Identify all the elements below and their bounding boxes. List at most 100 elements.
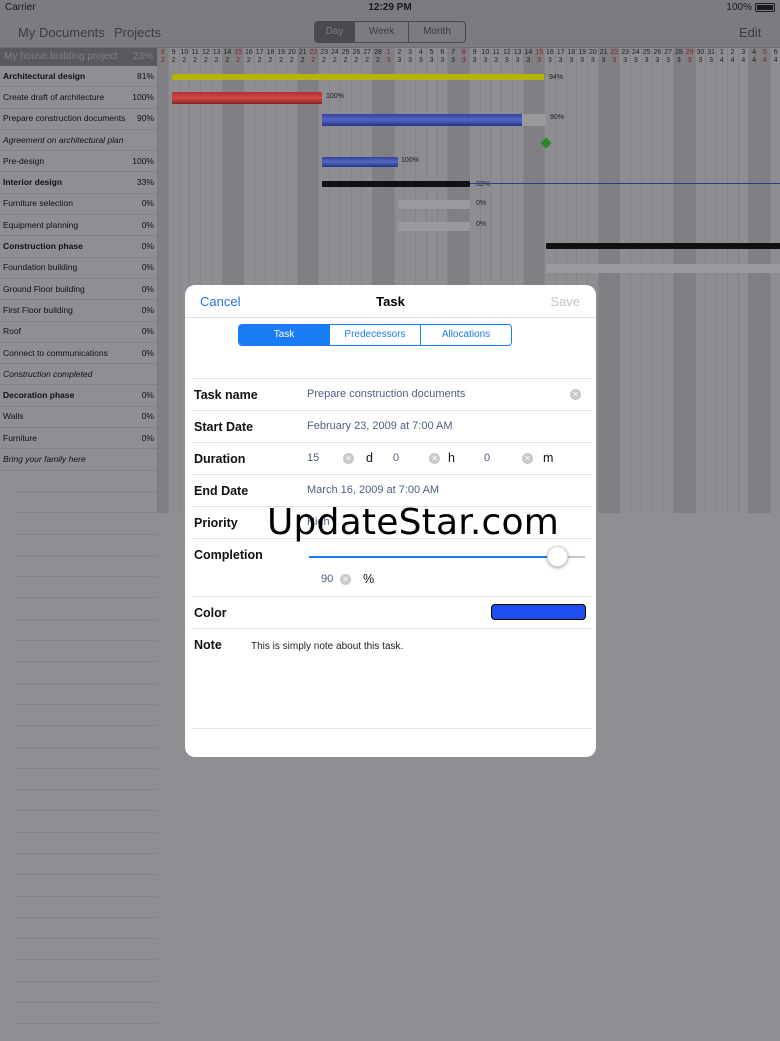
task-row[interactable]: Pre-design 100% <box>0 151 157 173</box>
gantt-day-label: 24 <box>728 49 738 65</box>
gantt-day-number: 17 <box>556 49 565 56</box>
clear-hours-icon[interactable]: ✕ <box>429 453 440 464</box>
task-percent: 0% <box>141 304 154 315</box>
gantt-bar-construction-phase[interactable] <box>546 243 780 249</box>
task-row[interactable]: Walls 0% <box>0 407 157 429</box>
gantt-day-label: 20 3 <box>588 49 598 65</box>
gantt-bar-furniture-selection[interactable] <box>398 200 470 209</box>
gantt-month-number: 3 <box>687 57 692 64</box>
task-row[interactable]: Ground Floor building 0% <box>0 279 157 301</box>
edit-button[interactable]: Edit <box>739 25 761 40</box>
end-date-picker[interactable]: March 16, 2009 at 7:00 AM <box>307 484 439 496</box>
gantt-label: 100% <box>326 93 344 100</box>
nav-bar: My Documents Projects Day Week Month Edi… <box>0 16 780 48</box>
gantt-day-number: 19 <box>277 49 286 56</box>
task-row[interactable]: First Floor building 0% <box>0 300 157 322</box>
task-row[interactable]: Interior design 33% <box>0 172 157 194</box>
gantt-day-label: 82 <box>158 49 168 65</box>
task-row[interactable]: Agreement on architectural plan <box>0 130 157 152</box>
tab-task[interactable]: Task <box>239 325 330 345</box>
task-row[interactable]: Construction completed <box>0 364 157 386</box>
projects-button[interactable]: Projects <box>114 25 161 40</box>
project-row[interactable]: My house building project 23% <box>0 48 157 66</box>
color-picker-swatch[interactable] <box>491 604 586 620</box>
gantt-bar-prepare-construction[interactable] <box>322 114 522 126</box>
gantt-day-number: 3 <box>741 49 746 56</box>
task-row[interactable]: Construction phase 0% <box>0 236 157 258</box>
gantt-label: 0% <box>476 221 487 228</box>
completion-input[interactable]: 90 <box>321 573 333 585</box>
gantt-bar-foundation-building[interactable] <box>546 264 780 273</box>
gantt-day-column: 29 3 <box>684 48 696 513</box>
gantt-day-column: 92 <box>169 48 180 513</box>
task-row[interactable]: Decoration phase 0% <box>0 385 157 407</box>
gantt-bar-interior-design[interactable] <box>322 181 470 187</box>
empty-list-row <box>14 726 157 748</box>
gantt-month-number: 3 <box>537 57 542 64</box>
gantt-day-column: 82 <box>158 48 169 513</box>
duration-hours-input[interactable]: 0 <box>393 452 399 464</box>
note-label: Note <box>194 638 222 652</box>
clear-completion-icon[interactable]: ✕ <box>340 574 351 585</box>
gantt-day-number: 26 <box>653 49 662 56</box>
clear-days-icon[interactable]: ✕ <box>343 453 354 464</box>
task-row[interactable]: Prepare construction documents 90% <box>0 109 157 130</box>
gantt-month-number: 3 <box>386 57 391 64</box>
month-view-tab[interactable]: Month <box>409 22 465 42</box>
task-row[interactable]: Furniture 0% <box>0 428 157 450</box>
gantt-day-number: 2 <box>730 49 735 56</box>
gantt-bar-create-draft[interactable] <box>172 92 322 104</box>
gantt-day-number: 16 <box>244 49 253 56</box>
task-name: Foundation building <box>3 262 78 273</box>
task-row[interactable]: Connect to communications 0% <box>0 343 157 365</box>
completion-slider-thumb[interactable] <box>547 546 569 567</box>
empty-list-row <box>14 960 157 982</box>
gantt-day-label: 24 2 <box>330 49 340 65</box>
empty-list-row <box>14 535 157 556</box>
gantt-day-label: 26 2 <box>352 49 362 65</box>
note-textarea[interactable]: This is simply note about this task. <box>251 641 403 652</box>
priority-label: Priority <box>194 516 238 530</box>
gantt-month-number: 3 <box>429 57 434 64</box>
note-row: Note This is simply note about this task… <box>191 628 592 729</box>
gantt-day-label: 92 <box>169 49 179 65</box>
my-documents-button[interactable]: My Documents <box>18 25 105 40</box>
clear-minutes-icon[interactable]: ✕ <box>522 453 533 464</box>
tab-allocations[interactable]: Allocations <box>421 325 511 345</box>
task-row[interactable]: Bring your family here <box>0 449 157 471</box>
gantt-day-label: 20 2 <box>287 49 297 65</box>
dialog-tabs: Task Predecessors Allocations <box>238 324 512 346</box>
gantt-day-number: 14 <box>524 49 533 56</box>
task-name: Ground Floor building <box>3 283 85 294</box>
duration-days-input[interactable]: 15 <box>307 452 319 464</box>
task-name: Pre-design <box>3 155 45 166</box>
empty-list-row <box>14 875 157 897</box>
week-view-tab[interactable]: Week <box>355 22 409 42</box>
gantt-day-column: 64 <box>771 48 780 513</box>
clear-task-name-icon[interactable]: ✕ <box>570 389 581 400</box>
gantt-day-column: 14 <box>717 48 728 513</box>
task-row[interactable]: Foundation building 0% <box>0 258 157 279</box>
task-row[interactable]: Equipment planning 0% <box>0 215 157 237</box>
task-row[interactable]: Create draft of architecture 100% <box>0 87 157 109</box>
gantt-day-label: 14 2 <box>223 49 233 65</box>
duration-minutes-input[interactable]: 0 <box>484 452 490 464</box>
gantt-day-number: 23 <box>320 49 329 56</box>
start-date-picker[interactable]: February 23, 2009 at 7:00 AM <box>307 420 453 432</box>
gantt-month-number: 2 <box>354 57 359 64</box>
gantt-day-number: 11 <box>492 49 500 56</box>
task-row[interactable]: Roof 0% <box>0 322 157 343</box>
gantt-day-label: 11 2 <box>190 49 200 65</box>
task-row[interactable]: Architectural design 81% <box>0 66 157 88</box>
task-name-input[interactable]: Prepare construction documents <box>307 388 465 400</box>
save-button[interactable]: Save <box>550 294 580 309</box>
gantt-bar-pre-design[interactable] <box>322 157 398 167</box>
task-row[interactable]: Furniture selection 0% <box>0 194 157 216</box>
gantt-day-column: 25 3 <box>642 48 653 513</box>
completion-slider[interactable] <box>309 546 585 567</box>
gantt-day-number: 26 <box>352 49 361 56</box>
day-view-tab[interactable]: Day <box>315 22 355 42</box>
gantt-bar-architectural-design[interactable] <box>172 74 544 80</box>
gantt-bar-equipment-planning[interactable] <box>398 222 470 231</box>
tab-predecessors[interactable]: Predecessors <box>330 325 421 345</box>
